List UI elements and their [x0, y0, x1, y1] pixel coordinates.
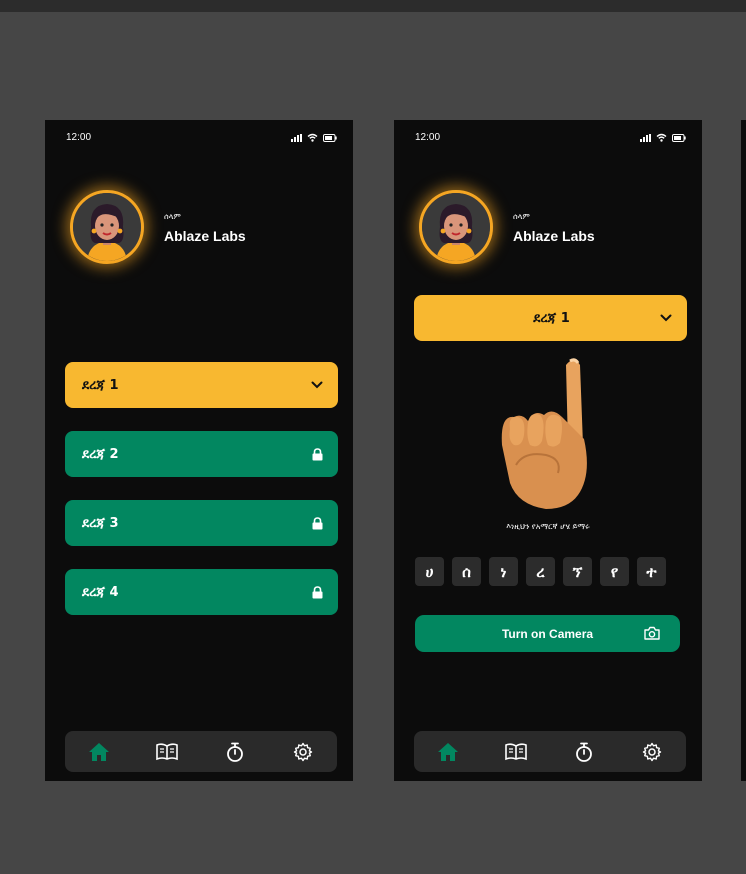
phone-screen-lesson: 12:00 ሰላም Ablaze Labs ደረጃ 1 እነዚህን የአማርኛ …: [394, 120, 702, 781]
status-time: 12:00: [415, 132, 441, 143]
stopwatch-icon: [576, 742, 592, 762]
status-time: 12:00: [66, 132, 92, 143]
level-label: ደረጃ 1: [533, 310, 570, 326]
nav-settings[interactable]: [289, 738, 317, 766]
letter-tile[interactable]: ረ: [526, 557, 555, 586]
user-name: Ablaze Labs: [164, 228, 246, 244]
book-icon: [156, 742, 178, 760]
user-name: Ablaze Labs: [513, 228, 595, 244]
instruction-text: እነዚህን የአማርኛ ሆሄ ይማሩ: [506, 522, 590, 531]
phone-screen-partial: [741, 120, 746, 781]
wifi-icon: [307, 133, 318, 142]
signal-icon: [640, 133, 651, 142]
battery-icon: [672, 133, 686, 142]
settings-icon: [293, 742, 313, 761]
home-icon: [438, 742, 458, 761]
wifi-icon: [656, 133, 667, 142]
letter-tile[interactable]: ሀ: [415, 557, 444, 586]
letters-row: ሀ ሰ ነ ረ ኘ የ ተ: [415, 557, 666, 586]
hand-sign-illustration: [501, 358, 587, 509]
status-icons: [291, 133, 337, 142]
signal-icon: [291, 133, 302, 142]
camera-icon: [644, 626, 660, 640]
letter-tile[interactable]: ተ: [637, 557, 666, 586]
level-4-button[interactable]: ደረጃ 4: [65, 569, 338, 615]
bottom-nav: [65, 731, 337, 772]
avatar[interactable]: [70, 190, 144, 264]
lock-icon: [312, 447, 323, 460]
battery-icon: [323, 133, 337, 142]
nav-timer[interactable]: [221, 738, 249, 766]
avatar[interactable]: [419, 190, 493, 264]
bottom-nav: [414, 731, 686, 772]
level-label: ደረጃ 1: [82, 377, 119, 393]
chevron-down-icon: [660, 314, 672, 322]
canvas-top-bar: [0, 0, 746, 12]
letter-tile[interactable]: ኘ: [563, 557, 592, 586]
turn-on-camera-button[interactable]: Turn on Camera: [415, 615, 680, 652]
nav-settings[interactable]: [638, 738, 666, 766]
nav-lessons[interactable]: [153, 738, 181, 766]
level-1-button[interactable]: ደረጃ 1: [65, 362, 338, 408]
letter-tile[interactable]: ነ: [489, 557, 518, 586]
greeting: ሰላም: [164, 212, 181, 221]
stopwatch-icon: [227, 742, 243, 762]
level-1-dropdown[interactable]: ደረጃ 1: [414, 295, 687, 341]
camera-button-label: Turn on Camera: [501, 626, 594, 641]
level-label: ደረጃ 3: [82, 515, 119, 531]
home-icon: [89, 742, 109, 761]
greeting: ሰላም: [513, 212, 530, 221]
level-2-button[interactable]: ደረጃ 2: [65, 431, 338, 477]
nav-home[interactable]: [85, 738, 113, 766]
letter-tile[interactable]: የ: [600, 557, 629, 586]
level-3-button[interactable]: ደረጃ 3: [65, 500, 338, 546]
nav-timer[interactable]: [570, 738, 598, 766]
lock-icon: [312, 585, 323, 598]
chevron-down-icon: [311, 381, 323, 389]
letter-tile[interactable]: ሰ: [452, 557, 481, 586]
nav-home[interactable]: [434, 738, 462, 766]
settings-icon: [642, 742, 662, 761]
status-icons: [640, 133, 686, 142]
level-label: ደረጃ 4: [82, 584, 119, 600]
book-icon: [505, 742, 527, 760]
level-label: ደረጃ 2: [82, 446, 119, 462]
nav-lessons[interactable]: [502, 738, 530, 766]
phone-screen-levels: 12:00 ሰላም Ablaze Labs ደረጃ 1 ደረጃ 2 ደረጃ 3 …: [45, 120, 353, 781]
lock-icon: [312, 516, 323, 529]
